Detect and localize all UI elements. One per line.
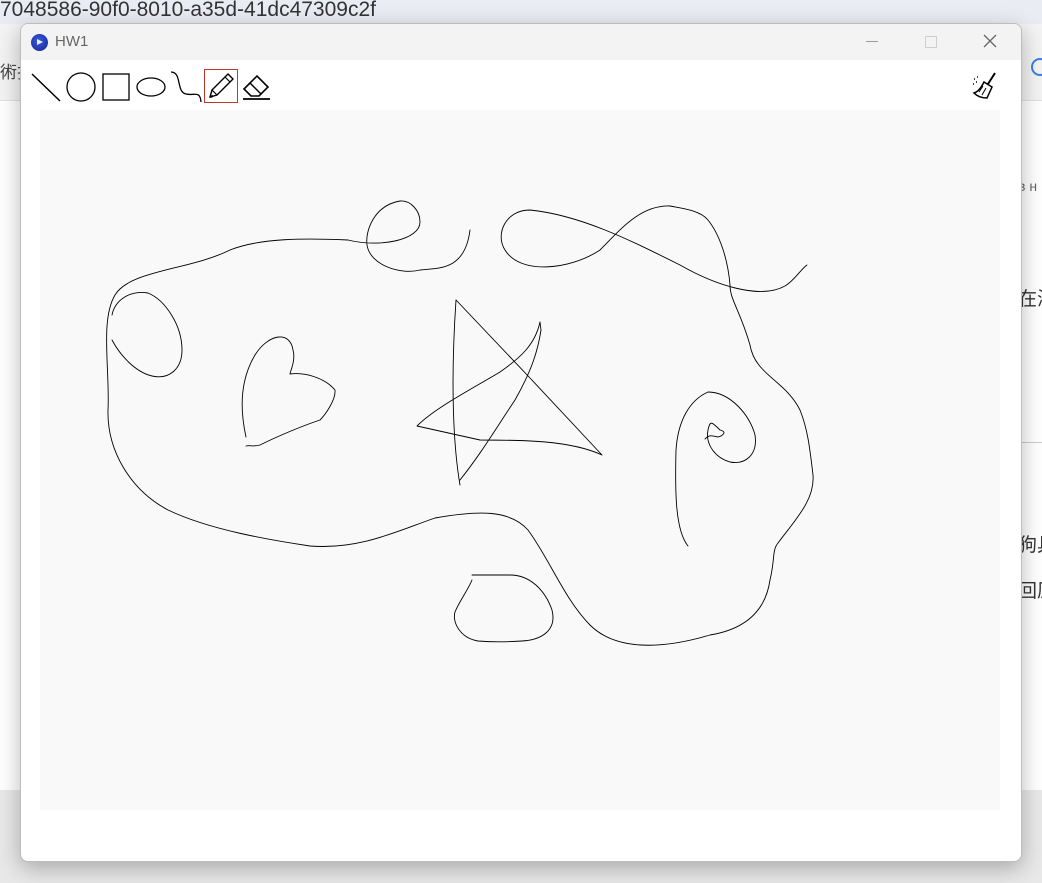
line-tool[interactable] — [30, 70, 62, 102]
window-title: HW1 — [55, 33, 89, 50]
drawing-stroke-bottom-loop — [453, 574, 554, 643]
background-url-bar: 7048586-90f0-8010-a35d-41dc47309c2f — [0, 0, 1042, 24]
maximize-icon — [925, 36, 937, 48]
rectangle-icon — [102, 73, 130, 101]
circle-icon — [66, 72, 96, 102]
pencil-tool[interactable] — [204, 69, 238, 103]
ellipse-tool[interactable] — [135, 70, 167, 102]
drawing-stroke-star — [416, 299, 603, 486]
drawing-stroke-swirl — [675, 391, 756, 547]
drawing-stroke-outline — [106, 238, 814, 646]
minimize-icon — [866, 41, 878, 42]
drawing-canvas[interactable] — [40, 110, 1000, 810]
maximize-button[interactable] — [908, 24, 954, 60]
background-divider — [1020, 442, 1042, 443]
drawing-stroke-loop-left — [347, 200, 471, 272]
background-url-text: 7048586-90f0-8010-a35d-41dc47309c2f — [0, 0, 376, 21]
drawing-toolbar — [21, 60, 1021, 110]
curve-tool[interactable] — [170, 70, 202, 103]
line-icon — [31, 73, 61, 102]
clear-canvas-button[interactable] — [971, 71, 1001, 101]
pencil-icon — [208, 73, 234, 99]
drawing-stroke-heart — [241, 336, 336, 447]
drawing-stroke-small-loop — [111, 292, 183, 378]
minimize-button[interactable] — [849, 24, 895, 60]
eraser-tool[interactable] — [240, 70, 272, 102]
drawing-stroke-wave — [500, 205, 808, 292]
freehand-drawing — [106, 200, 814, 646]
circle-play-icon — [31, 34, 48, 51]
broom-icon — [972, 72, 996, 99]
circle-tool[interactable] — [65, 70, 97, 102]
rectangle-tool[interactable] — [100, 70, 132, 102]
background-extension-icon — [1031, 58, 1042, 76]
eraser-icon — [242, 74, 270, 100]
close-button[interactable] — [967, 24, 1013, 60]
title-bar[interactable]: HW1 — [21, 24, 1021, 60]
app-window: HW1 — [20, 23, 1022, 862]
ellipse-icon — [136, 77, 166, 97]
close-icon — [983, 34, 997, 48]
curve-icon — [170, 71, 202, 103]
